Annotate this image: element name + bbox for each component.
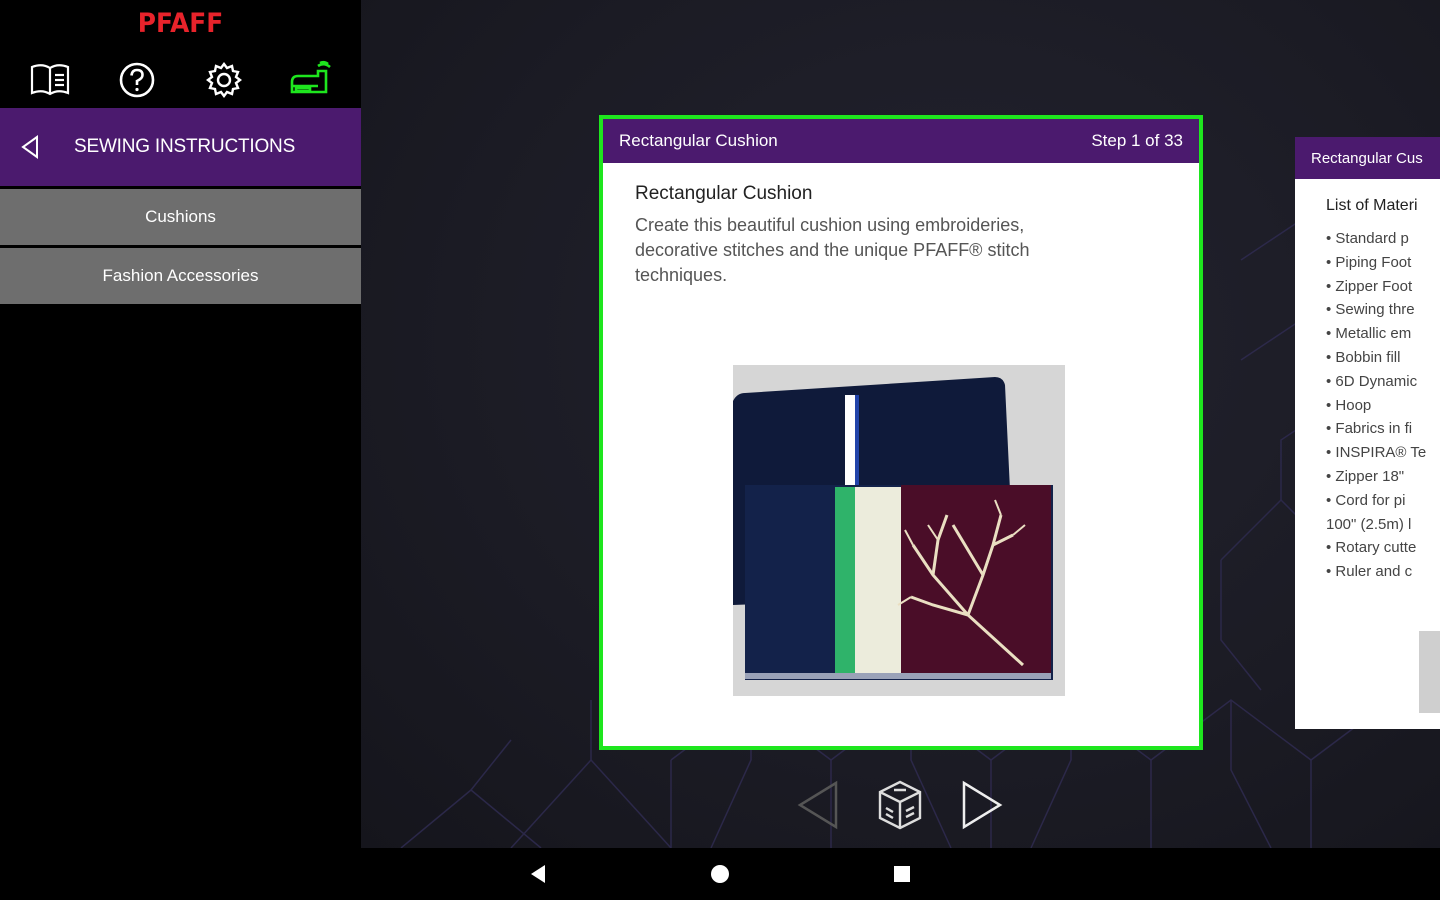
settings-icon[interactable]: [200, 56, 248, 104]
section-title: SEWING INSTRUCTIONS: [74, 136, 296, 157]
instruction-card[interactable]: Rectangular Cushion Step 1 of 33 Rectang…: [599, 115, 1203, 750]
card-header-title: Rectangular Cushion: [619, 131, 778, 150]
toolbar: [0, 56, 361, 104]
nav-home-icon[interactable]: [703, 858, 737, 890]
main-area: Rectangular Cushion Step 1 of 33 Rectang…: [361, 0, 1440, 848]
sidebar: PFAFF SEWING INSTRUCTIONS Cushions Fashi…: [0, 0, 361, 848]
sewing-machine-icon[interactable]: [286, 56, 334, 104]
next-instruction-card[interactable]: Rectangular Cus List of Materi • Standar…: [1295, 137, 1440, 729]
list-item: • Piping Foot: [1326, 253, 1412, 271]
next-arrow-icon[interactable]: [953, 775, 1011, 835]
materials-list: • Standard p • Piping Foot • Zipper Foot…: [1326, 227, 1439, 584]
nav-back-icon[interactable]: [521, 858, 555, 890]
cushion-image: [733, 365, 1065, 696]
list-item: • INSPIRA® Te: [1326, 444, 1427, 462]
list-item: • 6D Dynamic: [1326, 372, 1418, 390]
help-icon[interactable]: [113, 56, 161, 104]
sidebar-item-cushions[interactable]: Cushions: [0, 189, 361, 245]
book-icon[interactable]: [26, 56, 74, 104]
back-arrow-icon[interactable]: [0, 134, 60, 160]
step-counter: Step 1 of 33: [1091, 131, 1183, 150]
list-item: • Standard p: [1326, 230, 1409, 247]
sewing-instructions-header[interactable]: SEWING INSTRUCTIONS: [0, 108, 361, 186]
sidebar-item-fashion-accessories[interactable]: Fashion Accessories: [0, 248, 361, 304]
next-card-thumbnail: [1419, 631, 1440, 713]
card-title: Rectangular Cushion: [635, 183, 813, 204]
carousel-controls: [781, 775, 1021, 835]
materials-title: List of Materi: [1326, 197, 1418, 214]
list-item: • Rotary cutte: [1326, 539, 1417, 557]
system-nav-bar: [0, 848, 1440, 900]
list-item: • Metallic em: [1326, 325, 1412, 343]
list-item: • Zipper Foot: [1326, 277, 1413, 295]
list-item: • Bobbin fill: [1326, 348, 1401, 366]
list-item: • Sewing thre: [1326, 301, 1415, 319]
list-item: • Cord for pi: [1326, 491, 1406, 509]
card-header: Rectangular Cushion Step 1 of 33: [603, 119, 1199, 163]
next-card-header-title: Rectangular Cus: [1311, 149, 1423, 167]
card-description: Create this beautiful cushion using embr…: [635, 215, 1030, 285]
previous-arrow-icon[interactable]: [789, 775, 847, 835]
list-item: • Zipper 18": [1326, 467, 1405, 485]
3d-view-icon[interactable]: [871, 775, 929, 835]
list-item: 100" (2.5m) l: [1326, 515, 1412, 533]
nav-recents-icon[interactable]: [885, 858, 919, 890]
next-card-header: Rectangular Cus: [1295, 137, 1440, 179]
list-item: • Ruler and c: [1326, 563, 1413, 581]
list-item: • Hoop: [1326, 396, 1372, 414]
list-item: • Fabrics in fi: [1326, 420, 1413, 438]
pfaff-logo: PFAFF: [137, 8, 224, 39]
